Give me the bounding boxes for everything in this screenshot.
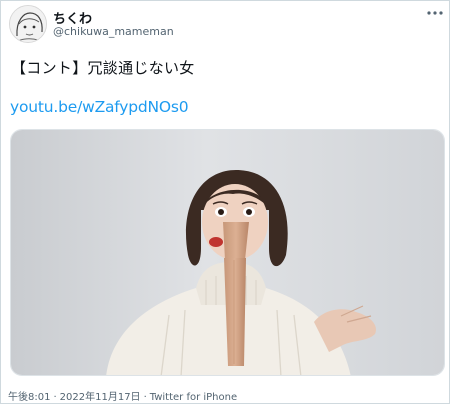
tweet-source[interactable]: Twitter for iPhone	[150, 392, 237, 403]
tweet-link[interactable]: youtu.be/wZafypdNOs0	[10, 98, 189, 116]
tweet-text: 【コント】冗談通じない女	[11, 59, 195, 77]
meta-separator-2: ·	[143, 392, 147, 403]
tweet-media-photo[interactable]	[10, 129, 445, 376]
avatar-sketch-icon	[10, 6, 46, 42]
tweet-meta: 午後8:01 · 2022年11月17日 · Twitter for iPhone	[8, 388, 237, 403]
tweet-date[interactable]: 2022年11月17日	[60, 392, 141, 403]
author-handle[interactable]: @chikuwa_mameman	[53, 25, 174, 38]
author-avatar[interactable]	[9, 5, 47, 43]
meta-separator: ·	[53, 392, 57, 403]
tweet-time[interactable]: 午後8:01	[8, 392, 50, 403]
more-options-icon[interactable]	[426, 5, 444, 21]
tweet-card: ちくわ @chikuwa_mameman 【コント】冗談通じない女 youtu.…	[0, 0, 450, 404]
